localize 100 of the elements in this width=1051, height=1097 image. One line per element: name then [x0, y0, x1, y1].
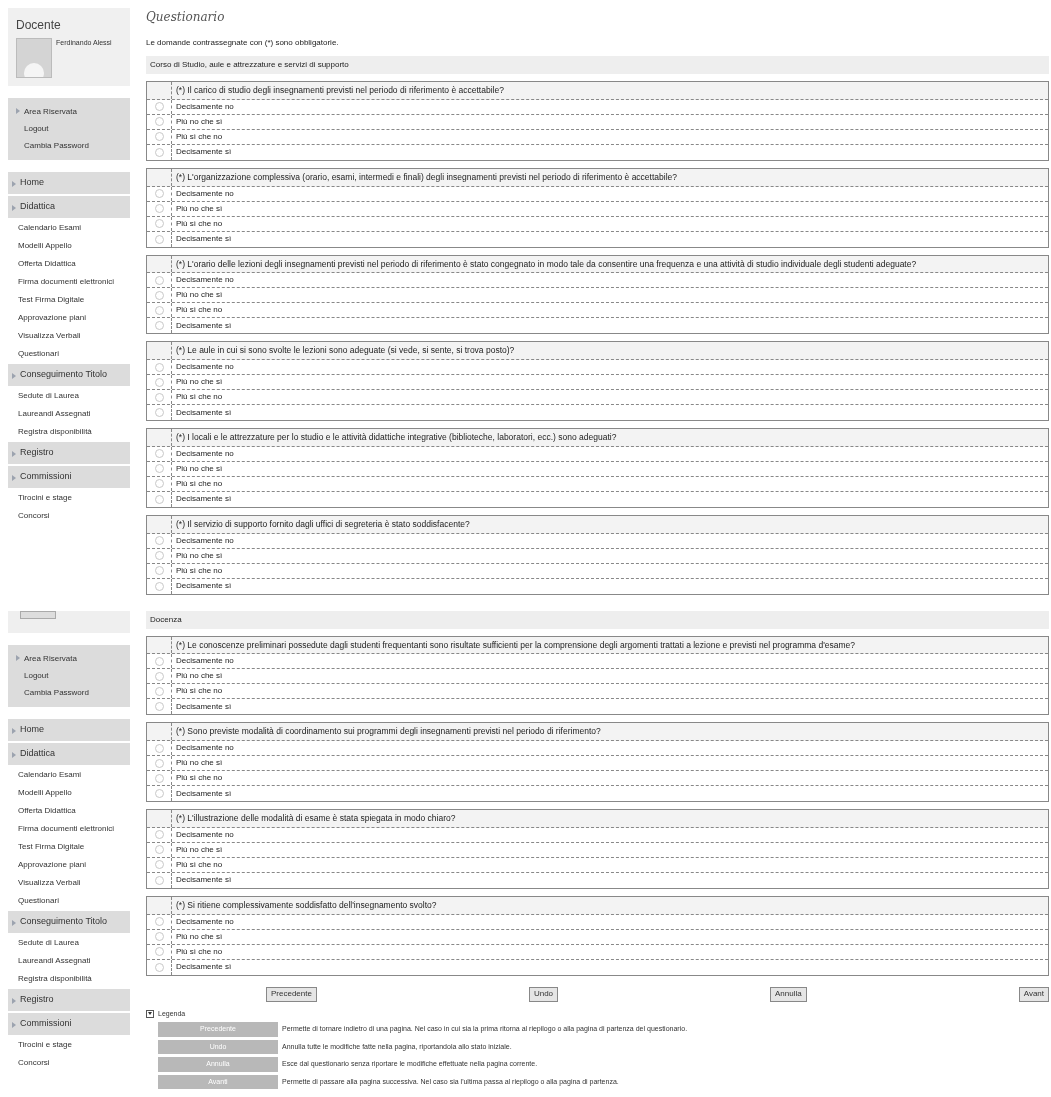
radio-button[interactable] [154, 204, 164, 213]
radio-button[interactable] [154, 362, 164, 372]
menu-link[interactable]: Modelli Appello [8, 238, 130, 254]
menu-link[interactable]: Calendario Esami [8, 220, 130, 236]
radio-button[interactable] [154, 321, 164, 331]
radio-button[interactable] [154, 581, 164, 591]
form-button[interactable]: Precedente [266, 986, 317, 1002]
menu-link[interactable]: Offerta Didattica [8, 802, 130, 819]
menu-link[interactable]: Tirocini e stage [8, 490, 130, 506]
menu-link[interactable]: Concorsi [8, 508, 130, 524]
menu-link[interactable]: Logout [16, 123, 122, 135]
radio-button[interactable] [154, 789, 164, 798]
option-label: Più sì che no [171, 303, 223, 318]
menu-header[interactable]: Home [8, 718, 130, 741]
radio-button[interactable] [154, 408, 164, 417]
triangle-icon [12, 181, 16, 187]
menu-link[interactable]: Modelli Appello [8, 784, 130, 801]
radio-button[interactable] [154, 392, 164, 402]
radio-button[interactable] [154, 830, 164, 840]
radio-button[interactable] [154, 702, 164, 712]
option-label: Più sì che no [171, 216, 223, 231]
radio-button[interactable] [154, 947, 164, 956]
radio-button[interactable] [154, 479, 164, 489]
form-button[interactable]: Avant [1018, 986, 1049, 1002]
menu-header[interactable]: Commissioni [8, 1012, 130, 1035]
radio-button[interactable] [154, 234, 164, 244]
menu-link[interactable]: Cambia Password [16, 140, 122, 152]
menu-link[interactable]: Sedute di Laurea [8, 388, 130, 404]
menu-link[interactable]: Sedute di Laurea [8, 934, 130, 951]
radio-button[interactable] [154, 117, 164, 127]
radio-button[interactable] [154, 743, 164, 753]
radio-button[interactable] [154, 875, 164, 885]
radio-button[interactable] [154, 917, 164, 926]
menu-link[interactable]: Registra disponibilità [8, 970, 130, 987]
menu-link[interactable]: Approvazione piani [8, 856, 130, 873]
option-label: Decisamente no [171, 186, 234, 201]
triangle-icon [16, 654, 20, 661]
option-label: Più no che sì [171, 201, 223, 216]
menu-link[interactable]: Firma documenti elettronici [8, 820, 130, 837]
option-label: Decisamente no [171, 533, 234, 548]
radio-button[interactable] [154, 189, 164, 198]
radio-button[interactable] [154, 219, 164, 228]
question-text: (*) Le aule in cui si sono svolte le lezioni sono adeguate (si vede, si sente, si trova posto)? [171, 342, 515, 359]
radio-button[interactable] [154, 464, 164, 474]
menu-header[interactable]: Conseguimento Titolo [8, 910, 130, 933]
radio-button[interactable] [154, 102, 164, 112]
radio-button[interactable] [154, 566, 164, 575]
triangle-icon [12, 205, 16, 211]
collapse-icon[interactable] [146, 1009, 154, 1018]
radio-button[interactable] [154, 449, 164, 459]
menu-link[interactable]: Firma documenti elettronici [8, 274, 130, 290]
radio-button[interactable] [154, 494, 164, 504]
radio-button[interactable] [154, 551, 164, 560]
radio-button[interactable] [154, 671, 164, 681]
option-label: Più no che sì [171, 288, 223, 303]
menu-link[interactable]: Concorsi [8, 1054, 130, 1071]
menu-link[interactable]: Cambia Password [16, 686, 122, 699]
menu-link[interactable]: Laureandi Assegnati [8, 406, 130, 422]
menu-header[interactable]: Commissioni [8, 466, 130, 488]
triangle-icon [12, 919, 16, 926]
menu-link[interactable]: Offerta Didattica [8, 256, 130, 272]
menu-link[interactable]: Logout [16, 669, 122, 682]
menu-link[interactable]: Questionari [8, 346, 130, 362]
menu-link[interactable]: Questionari [8, 892, 130, 909]
radio-button[interactable] [154, 932, 164, 941]
triangle-icon [16, 108, 20, 114]
radio-button[interactable] [154, 773, 164, 783]
radio-button[interactable] [154, 656, 164, 666]
radio-button[interactable] [154, 758, 164, 768]
radio-button[interactable] [154, 845, 164, 855]
radio-button[interactable] [154, 686, 164, 696]
menu-header[interactable]: Didattica [8, 196, 130, 218]
menu-header[interactable]: Home [8, 172, 130, 194]
menu-header[interactable]: Registro [8, 442, 130, 464]
menu-header[interactable]: Didattica [8, 742, 130, 765]
radio-button[interactable] [154, 377, 164, 387]
menu-link[interactable]: Test Firma Digitale [8, 292, 130, 308]
radio-button[interactable] [154, 275, 164, 285]
radio-button[interactable] [154, 305, 164, 315]
menu-link[interactable]: Visualizza Verbali [8, 328, 130, 344]
menu-link[interactable]: Laureandi Assegnati [8, 952, 130, 969]
form-button[interactable]: Annulla [770, 986, 807, 1002]
menu-header[interactable]: Conseguimento Titolo [8, 364, 130, 386]
menu-link[interactable]: Test Firma Digitale [8, 838, 130, 855]
option-label: Decisamente sì [171, 144, 232, 160]
menu-link[interactable]: Registra disponibilità [8, 424, 130, 440]
form-button[interactable]: Undo [528, 986, 559, 1002]
radio-button[interactable] [154, 290, 164, 300]
radio-button[interactable] [154, 536, 164, 545]
question-text: (*) Si ritiene complessivamente soddisfatto dell'insegnamento svolto? [171, 896, 437, 914]
menu-link[interactable]: Approvazione piani [8, 310, 130, 326]
radio-button[interactable] [154, 132, 164, 142]
menu-link[interactable]: Tirocini e stage [8, 1036, 130, 1053]
menu-header[interactable]: Registro [8, 988, 130, 1011]
radio-button[interactable] [154, 147, 164, 157]
triangle-icon [12, 1021, 16, 1028]
menu-link[interactable]: Calendario Esami [8, 766, 130, 783]
radio-button[interactable] [154, 860, 164, 870]
radio-button[interactable] [154, 962, 164, 972]
menu-link[interactable]: Visualizza Verbali [8, 874, 130, 891]
